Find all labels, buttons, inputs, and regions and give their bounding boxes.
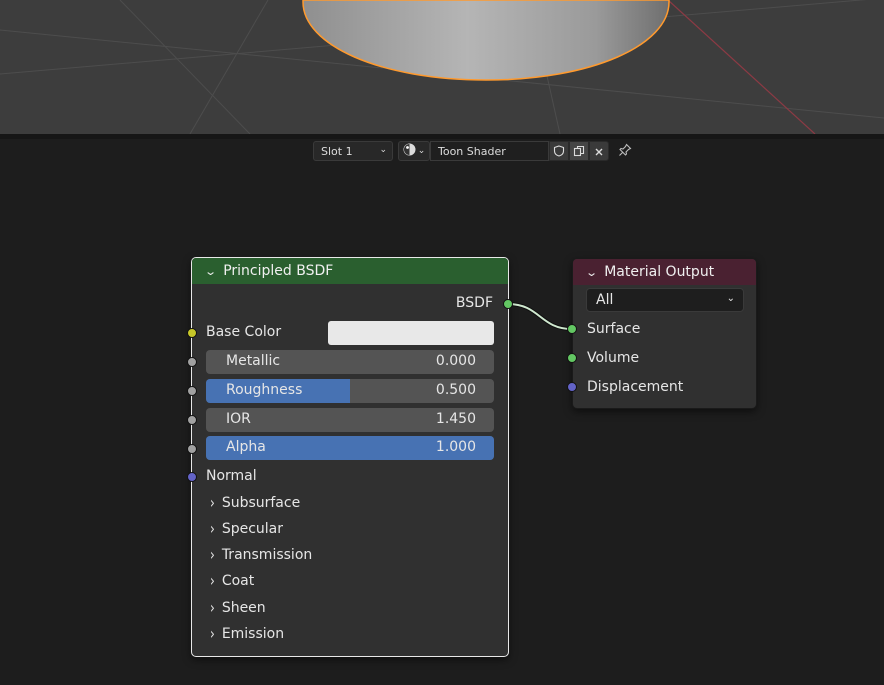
panel-specular[interactable]: › Specular [210,519,283,539]
ior-socket[interactable] [187,415,197,425]
metallic-slider[interactable]: Metallic 0.000 [206,350,494,374]
normal-label: Normal [206,468,257,484]
panel-label: Transmission [221,547,313,563]
volume-socket[interactable] [567,353,577,363]
chevron-down-icon: ⌄ [726,293,735,304]
material-output-node[interactable]: ⌄ Material Output All ⌄ Surface Volume D… [572,258,757,409]
normal-socket[interactable] [187,472,197,482]
field-value: 0.500 [435,382,476,398]
chevron-down-icon[interactable]: ⌄ [585,266,598,279]
chevron-right-icon: › [210,624,215,644]
panel-coat[interactable]: › Coat [210,571,255,591]
chevron-down-icon[interactable]: ⌄ [204,265,217,278]
principled-bsdf-node[interactable]: ⌄ Principled BSDF BSDF Base Color Metall… [191,257,509,657]
field-value: 1.000 [435,439,476,455]
panel-label: Sheen [221,600,266,616]
volume-label: Volume [587,350,640,366]
target-value: All [596,292,614,308]
bsdf-output-label: BSDF [455,295,493,311]
panel-label: Subsurface [221,495,301,511]
node-title: Material Output [604,264,715,280]
panel-label: Coat [221,573,255,589]
metallic-socket[interactable] [187,357,197,367]
field-label: Metallic [226,353,281,369]
chevron-right-icon: › [210,493,215,513]
alpha-socket[interactable] [187,444,197,454]
chevron-right-icon: › [210,571,215,591]
surface-label: Surface [587,321,641,337]
panel-label: Specular [221,521,283,537]
displacement-label: Displacement [587,379,684,395]
alpha-slider[interactable]: Alpha 1.000 [206,436,494,460]
surface-socket[interactable] [567,324,577,334]
chevron-right-icon: › [210,598,215,618]
base-color-label: Base Color [206,324,282,340]
roughness-slider[interactable]: Roughness 0.500 [206,379,494,403]
chevron-right-icon: › [210,519,215,539]
field-value: 1.450 [435,411,476,427]
field-label: Alpha [226,439,266,455]
roughness-socket[interactable] [187,386,197,396]
bsdf-output-socket[interactable] [503,299,513,309]
ior-field[interactable]: IOR 1.450 [206,408,494,432]
displacement-socket[interactable] [567,382,577,392]
field-label: IOR [226,411,251,427]
chevron-right-icon: › [210,545,215,565]
target-dropdown[interactable]: All ⌄ [586,288,744,312]
panel-emission[interactable]: › Emission [210,624,285,644]
base-color-socket[interactable] [187,328,197,338]
panel-subsurface[interactable]: › Subsurface [210,493,301,513]
field-label: Roughness [226,382,303,398]
field-value: 0.000 [435,353,476,369]
node-title: Principled BSDF [223,263,334,279]
panel-transmission[interactable]: › Transmission [210,545,313,565]
base-color-swatch[interactable] [328,321,494,345]
node-header[interactable]: ⌄ Principled BSDF [192,258,508,284]
node-header[interactable]: ⌄ Material Output [573,259,756,285]
panel-label: Emission [221,626,285,642]
panel-sheen[interactable]: › Sheen [210,598,266,618]
